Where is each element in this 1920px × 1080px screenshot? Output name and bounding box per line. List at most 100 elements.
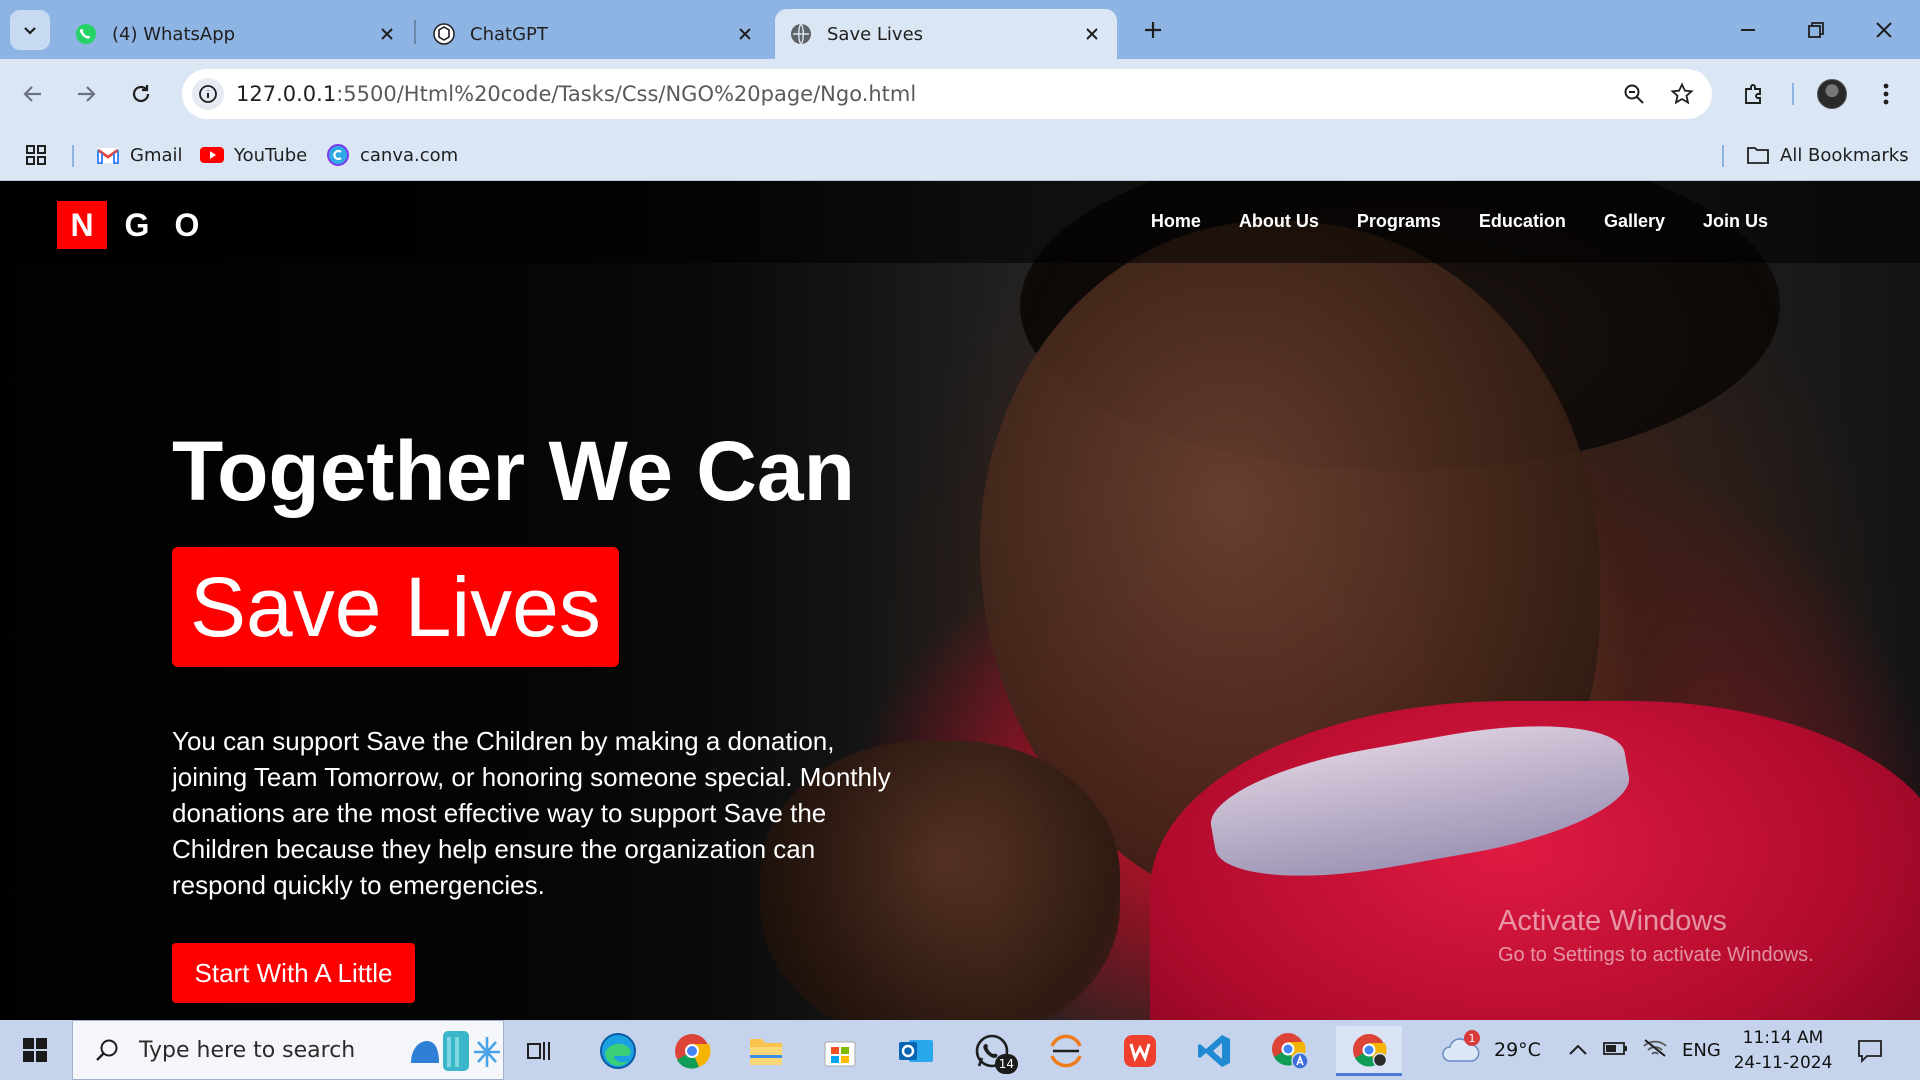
language-label: ENG — [1682, 1039, 1721, 1061]
bookmarks-bar: Gmail YouTube canva.com All Bookmarks — [0, 129, 1920, 181]
site-logo[interactable]: N G O — [57, 201, 207, 249]
start-with-a-little-button[interactable]: Start With A Little — [172, 943, 415, 1003]
task-view-button[interactable] — [512, 1026, 568, 1076]
taskbar-microsoft-store[interactable] — [812, 1026, 868, 1076]
taskbar-edge[interactable] — [590, 1026, 646, 1076]
close-icon[interactable] — [376, 23, 398, 45]
taskbar-whatsapp[interactable]: 14 — [964, 1026, 1020, 1076]
minimize-button[interactable] — [1730, 12, 1766, 48]
close-window-button[interactable] — [1866, 12, 1902, 48]
tab-whatsapp[interactable]: (4) WhatsApp — [60, 9, 412, 59]
tab-separator — [414, 20, 416, 44]
taskbar-outlook[interactable] — [888, 1026, 944, 1076]
weather-widget[interactable]: 1 29°C — [1440, 1020, 1541, 1080]
taskbar-file-explorer[interactable] — [738, 1026, 794, 1076]
folder-icon — [750, 1039, 782, 1065]
apps-button[interactable] — [24, 139, 48, 171]
back-button[interactable] — [15, 76, 51, 112]
taskbar-search[interactable]: Type here to search — [72, 1020, 504, 1080]
bookmark-separator — [1722, 145, 1724, 167]
address-bar[interactable]: 127.0.0.1:5500/Html%20code/Tasks/Css/NGO… — [182, 69, 1712, 119]
weather-alert-badge: 1 — [1464, 1030, 1480, 1046]
new-tab-button[interactable] — [1137, 14, 1169, 46]
windows-logo-icon — [23, 1038, 47, 1062]
chrome-icon — [1353, 1033, 1388, 1067]
minimize-icon — [1741, 29, 1755, 31]
zoom-icon[interactable] — [1616, 76, 1652, 112]
bookmark-label: canva.com — [360, 144, 459, 166]
windows-taskbar: Type here to search 14 1 29°C ENG 11:14 … — [0, 1020, 1920, 1080]
apps-grid-icon — [26, 145, 46, 165]
search-placeholder: Type here to search — [139, 1037, 356, 1063]
close-icon[interactable] — [734, 23, 756, 45]
taskbar-app-orange[interactable] — [1038, 1026, 1094, 1076]
tab-label: ChatGPT — [470, 23, 548, 45]
taskbar-vscode[interactable] — [1186, 1026, 1242, 1076]
nav-home[interactable]: Home — [1151, 211, 1201, 232]
canva-icon — [326, 143, 350, 167]
profile-button[interactable] — [1814, 76, 1850, 112]
bookmark-canva[interactable]: canva.com — [326, 139, 458, 171]
task-view-icon — [527, 1042, 550, 1060]
search-highlight-art — [403, 1024, 503, 1076]
language-indicator[interactable]: ENG — [1682, 1020, 1721, 1080]
all-bookmarks-label: All Bookmarks — [1780, 144, 1909, 166]
all-bookmarks-button[interactable]: All Bookmarks — [1746, 139, 1909, 171]
bookmark-youtube[interactable]: YouTube — [200, 139, 307, 171]
chevron-up-icon[interactable] — [1568, 1040, 1588, 1061]
close-icon[interactable] — [1081, 23, 1103, 45]
tab-label: (4) WhatsApp — [112, 23, 236, 45]
network-disconnected-icon[interactable] — [1642, 1038, 1668, 1063]
notifications-button[interactable] — [1850, 1032, 1890, 1070]
ngo-page: N G O Home About Us Programs Education G… — [0, 181, 1920, 1020]
arrow-left-icon — [23, 86, 41, 102]
youtube-icon — [200, 143, 224, 167]
chatgpt-icon — [432, 22, 456, 46]
extensions-button[interactable] — [1736, 76, 1772, 112]
bookmark-separator — [72, 145, 74, 167]
bookmark-label: YouTube — [234, 144, 308, 166]
tab-search-button[interactable] — [10, 10, 50, 50]
nav-gallery[interactable]: Gallery — [1604, 211, 1665, 232]
reload-icon — [132, 85, 150, 103]
battery-icon[interactable] — [1602, 1039, 1628, 1062]
taskbar-chrome[interactable] — [664, 1026, 720, 1076]
nav-about-us[interactable]: About Us — [1239, 211, 1319, 232]
taskbar-chrome-profile[interactable] — [1262, 1026, 1318, 1076]
taskbar-clock[interactable]: 11:14 AM 24-11-2024 — [1728, 1026, 1838, 1076]
browser-toolbar: 127.0.0.1:5500/Html%20code/Tasks/Css/NGO… — [0, 59, 1920, 129]
logo-letter-o: O — [174, 206, 200, 243]
site-info-icon[interactable] — [192, 78, 224, 110]
taskbar-wps-office[interactable] — [1112, 1026, 1168, 1076]
tab-chatgpt[interactable]: ChatGPT — [418, 9, 770, 59]
cloud-icon: 1 — [1440, 1030, 1484, 1070]
nav-join-us[interactable]: Join Us — [1703, 211, 1768, 232]
weather-temperature: 29°C — [1494, 1039, 1541, 1061]
bookmark-star-icon[interactable] — [1664, 76, 1700, 112]
whatsapp-badge: 14 — [994, 1054, 1018, 1074]
search-icon — [87, 1037, 127, 1063]
avatar — [1817, 79, 1847, 109]
watermark-subtitle: Go to Settings to activate Windows. — [1498, 944, 1814, 966]
reload-button[interactable] — [123, 76, 159, 112]
bookmark-label: Gmail — [130, 144, 183, 166]
url-host: 127.0.0.1 — [236, 82, 337, 106]
chevron-down-icon — [24, 27, 36, 35]
menu-button[interactable] — [1868, 76, 1904, 112]
restore-button[interactable] — [1798, 12, 1834, 48]
chrome-icon — [675, 1034, 711, 1069]
forward-button[interactable] — [68, 76, 104, 112]
hero-description: You can support Save the Children by mak… — [172, 726, 891, 900]
arrow-right-icon — [78, 86, 96, 102]
whatsapp-icon — [74, 22, 98, 46]
nav-programs[interactable]: Programs — [1357, 211, 1441, 232]
nav-education[interactable]: Education — [1479, 211, 1566, 232]
plus-icon — [1145, 22, 1161, 38]
url-text[interactable]: 127.0.0.1:5500/Html%20code/Tasks/Css/NGO… — [236, 82, 1616, 106]
bookmark-gmail[interactable]: Gmail — [96, 139, 183, 171]
browser-tab-strip: (4) WhatsApp ChatGPT Save Lives — [0, 0, 1920, 59]
tab-save-lives[interactable]: Save Lives — [775, 9, 1117, 59]
start-button[interactable] — [12, 1030, 58, 1070]
folder-icon — [1746, 143, 1770, 167]
taskbar-chrome-active[interactable] — [1336, 1026, 1402, 1076]
